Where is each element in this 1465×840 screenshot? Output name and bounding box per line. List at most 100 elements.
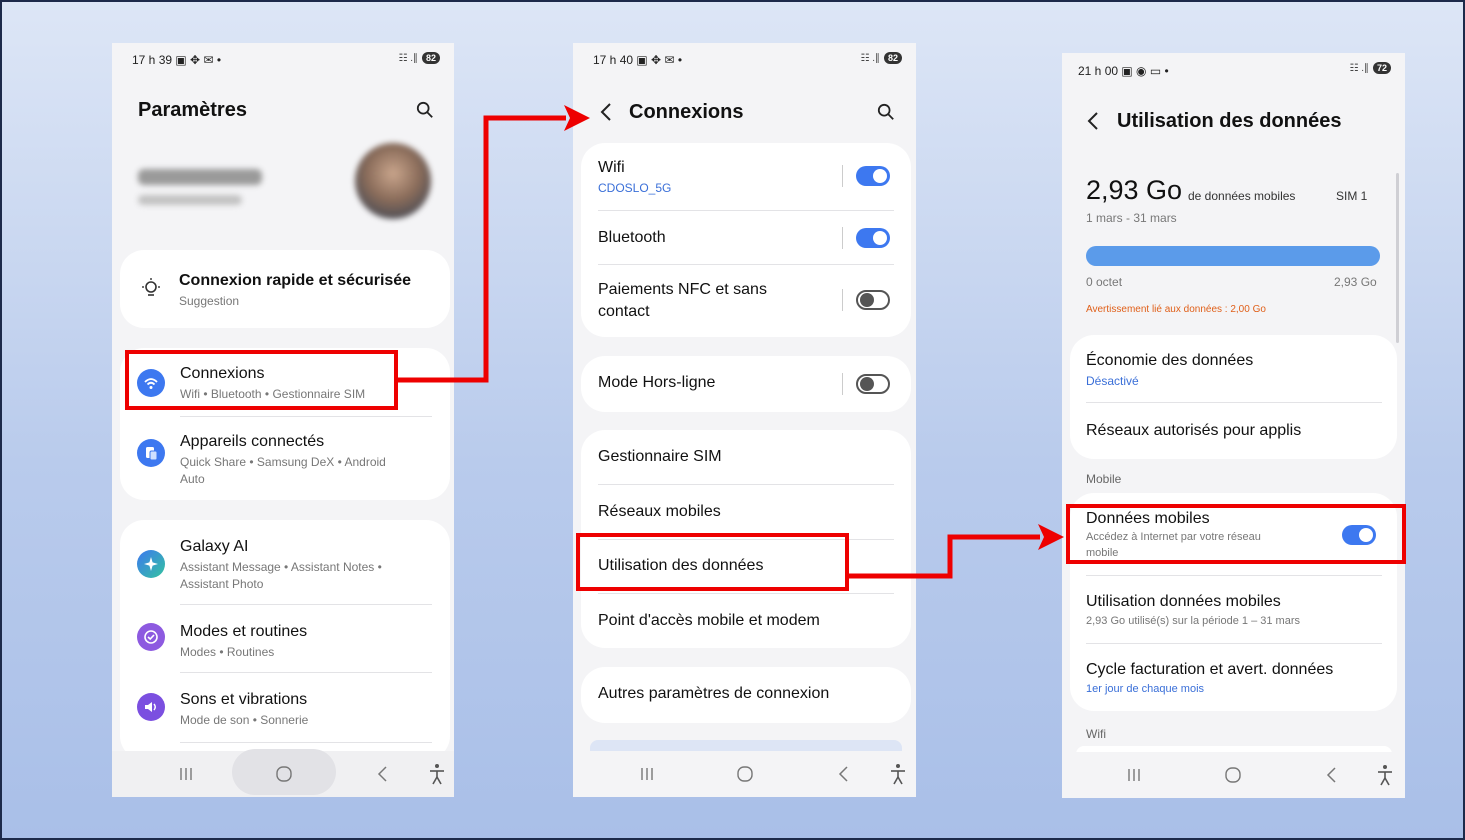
- billing-cycle-sub: 1er jour de chaque mois: [1086, 683, 1205, 695]
- nfc-title-line1: Paiements NFC et sans: [598, 281, 767, 298]
- modes-sub: Modes • Routines: [180, 645, 275, 659]
- bar-min-label: 0 octet: [1086, 275, 1123, 289]
- recent-apps-icon[interactable]: [178, 766, 194, 782]
- back-nav-icon[interactable]: [376, 765, 388, 783]
- profile-sub-blurred: [138, 195, 242, 205]
- nav-bar: [573, 751, 916, 797]
- home-icon[interactable]: [736, 765, 754, 783]
- signal-icon: ☷ .∥: [860, 52, 880, 64]
- section-mobile-header: Mobile: [1086, 472, 1122, 486]
- back-icon[interactable]: [599, 102, 613, 122]
- page-title: Utilisation des données: [1117, 110, 1342, 132]
- devices-icon: [137, 439, 165, 467]
- nfc-toggle[interactable]: [856, 290, 890, 310]
- separator: [842, 289, 843, 311]
- mobile-usage-sub: 2,93 Go utilisé(s) sur la période 1 – 31…: [1086, 615, 1300, 627]
- period-label: 1 mars - 31 mars: [1086, 211, 1177, 225]
- divider: [180, 416, 432, 417]
- status-icons: ☷ .∥ 72: [1349, 62, 1391, 74]
- usage-bar-fill: [1086, 246, 1380, 266]
- status-icons: ☷ .∥ 82: [860, 52, 902, 64]
- quick-connect-title: Connexion rapide et sécurisée: [179, 272, 412, 289]
- arrow-connexions-to-screen: [398, 105, 590, 383]
- divider: [1086, 643, 1382, 644]
- status-time: 17 h 40 ▣ ✥ ✉ •: [593, 53, 683, 67]
- galaxy-ai-sub2: Assistant Photo: [180, 577, 264, 591]
- data-saver-status: Désactivé: [1086, 374, 1139, 388]
- divider: [180, 604, 432, 605]
- page-title: Paramètres: [138, 99, 247, 121]
- airplane-toggle[interactable]: [856, 374, 890, 394]
- modes-icon: [137, 623, 165, 651]
- usage-bar: [1086, 246, 1380, 266]
- status-time: 17 h 39 ▣ ✥ ✉ •: [132, 53, 222, 67]
- bluetooth-toggle[interactable]: [856, 228, 890, 248]
- connected-devices-sub2: Auto: [180, 472, 205, 486]
- highlight-connexions: [125, 350, 398, 410]
- sounds-title: Sons et vibrations: [180, 691, 308, 708]
- highlight-mobile-data: [1066, 504, 1406, 564]
- accessibility-icon[interactable]: [428, 763, 446, 785]
- wifi-network-name: CDOSLO_5G: [598, 181, 672, 195]
- sim-label: SIM 1: [1336, 189, 1368, 203]
- recent-apps-icon[interactable]: [639, 766, 655, 782]
- nav-bar: [1062, 752, 1405, 798]
- connected-devices-sub: Quick Share • Samsung DeX • Android: [180, 455, 386, 469]
- data-warning-label: Avertissement lié aux données : 2,00 Go: [1086, 304, 1266, 315]
- accessibility-icon[interactable]: [889, 763, 907, 785]
- separator: [842, 227, 843, 249]
- connections-group-1: Wifi CDOSLO_5G Bluetooth Paiements NFC e…: [581, 143, 911, 337]
- galaxy-ai-icon: [137, 550, 165, 578]
- airplane-row[interactable]: Mode Hors-ligne: [581, 356, 911, 412]
- separator: [842, 373, 843, 395]
- home-icon[interactable]: [1224, 766, 1242, 784]
- data-amount-suffix: de données mobiles: [1188, 189, 1296, 203]
- bluetooth-title: Bluetooth: [598, 229, 666, 246]
- divider: [1086, 575, 1382, 576]
- recent-apps-icon[interactable]: [1126, 767, 1142, 783]
- back-icon[interactable]: [1086, 111, 1100, 131]
- lightbulb-icon: [142, 278, 160, 296]
- home-icon[interactable]: [275, 765, 293, 783]
- back-nav-icon[interactable]: [1325, 766, 1337, 784]
- connected-devices-title: Appareils connectés: [180, 433, 325, 450]
- other-settings-item[interactable]: Autres paramètres de connexion: [581, 667, 911, 723]
- divider: [598, 210, 894, 211]
- sounds-sub: Mode de son • Sonnerie: [180, 713, 309, 727]
- quick-connect-sub: Suggestion: [179, 294, 240, 308]
- page-title: Connexions: [629, 101, 744, 123]
- section-wifi-header: Wifi: [1086, 727, 1106, 741]
- accessibility-icon[interactable]: [1376, 764, 1394, 786]
- speaker-icon: [137, 693, 165, 721]
- separator: [842, 165, 843, 187]
- divider: [180, 672, 432, 673]
- data-amount: 2,93 Go: [1086, 175, 1183, 205]
- signal-icon: ☷ .∥: [1349, 62, 1369, 74]
- allowed-networks-item[interactable]: Réseaux autorisés pour applis: [1086, 422, 1301, 440]
- sim-manager-item[interactable]: Gestionnaire SIM: [598, 448, 722, 466]
- highlight-data-usage: [576, 533, 849, 591]
- bar-max-label: 2,93 Go: [1334, 275, 1377, 289]
- divider: [598, 484, 894, 485]
- airplane-title: Mode Hors-ligne: [598, 374, 716, 391]
- hotspot-item[interactable]: Point d'accès mobile et modem: [598, 612, 820, 630]
- scrollbar[interactable]: [1396, 173, 1399, 343]
- nav-bar: [112, 749, 454, 797]
- data-saver-title: Économie des données: [1086, 352, 1254, 369]
- mobile-networks-item[interactable]: Réseaux mobiles: [598, 503, 721, 521]
- galaxy-ai-title: Galaxy AI: [180, 538, 249, 555]
- arrow-data-usage-to-screen: [848, 524, 1064, 579]
- divider: [598, 264, 894, 265]
- search-icon[interactable]: [877, 103, 895, 121]
- battery-icon: 72: [1372, 62, 1391, 74]
- settings-group-2: Galaxy AI Assistant Message • Assistant …: [120, 520, 450, 760]
- phone-connexions-screen: 17 h 40 ▣ ✥ ✉ • ☷ .∥ 82 Connexions Wifi …: [573, 43, 916, 797]
- billing-cycle-title: Cycle facturation et avert. données: [1086, 661, 1334, 678]
- wifi-toggle[interactable]: [856, 166, 890, 186]
- nfc-title-line2: contact: [598, 303, 650, 320]
- modes-title: Modes et routines: [180, 623, 308, 640]
- back-nav-icon[interactable]: [837, 765, 849, 783]
- galaxy-ai-sub: Assistant Message • Assistant Notes •: [180, 560, 382, 574]
- phone-data-usage-screen: 21 h 00 ▣ ◉ ▭ • ☷ .∥ 72 Utilisation des …: [1062, 53, 1405, 798]
- divider: [180, 742, 432, 743]
